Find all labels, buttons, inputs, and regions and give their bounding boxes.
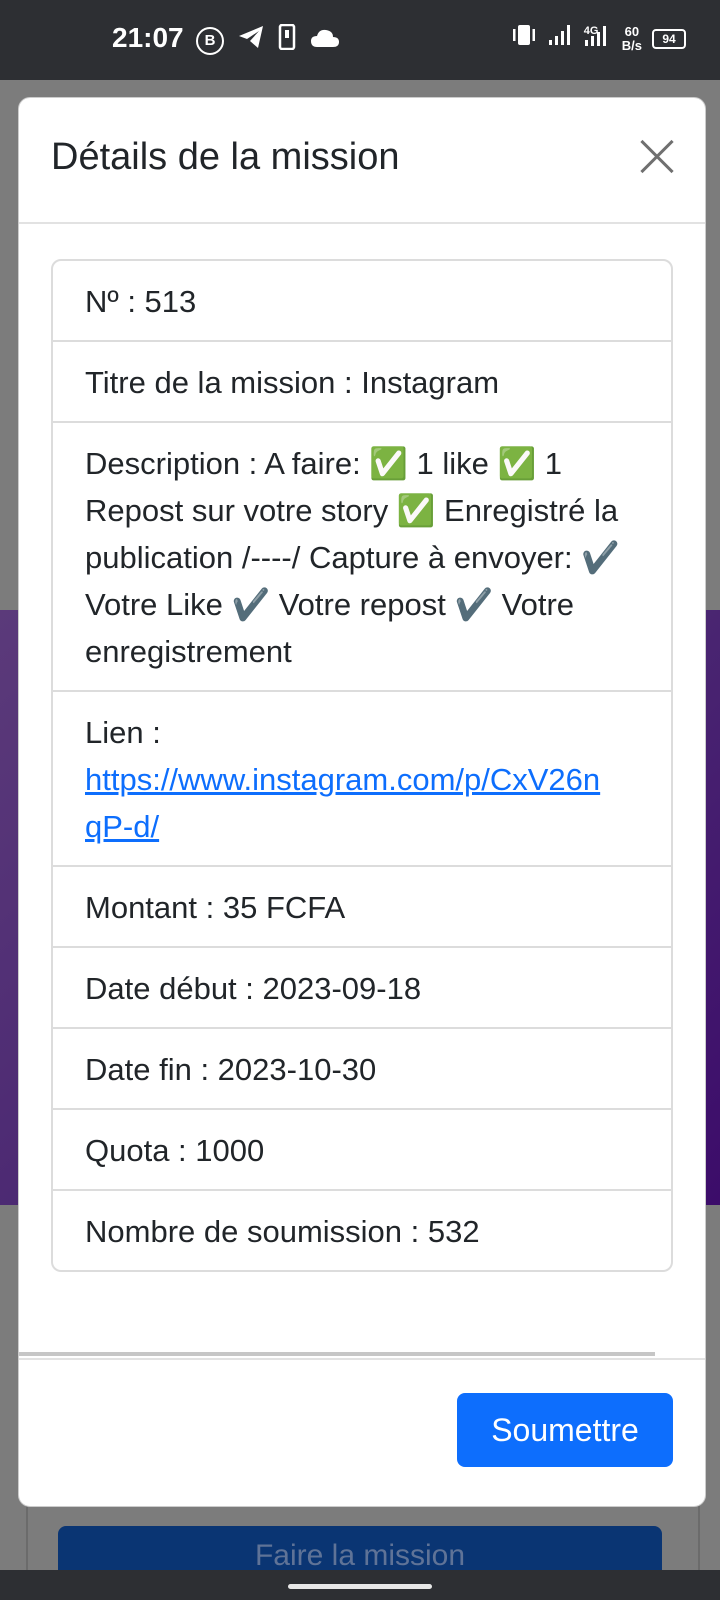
status-right-icons: 4G 60 B/s 94 (510, 22, 686, 56)
status-time: 21:07 (112, 22, 184, 53)
modal-body[interactable]: Nº : 513 Titre de la mission : Instagram… (19, 224, 705, 1358)
modal-header: Détails de la mission (19, 98, 705, 224)
mission-number: Nº : 513 (53, 261, 671, 342)
battery-icon: 94 (652, 29, 686, 49)
telegram-icon (238, 25, 264, 57)
link-label: Lien : (85, 715, 161, 750)
horizontal-scrollbar[interactable] (19, 1352, 655, 1356)
b-circle-icon: B (196, 27, 224, 55)
vibrate-icon (510, 23, 538, 55)
submit-button[interactable]: Soumettre (457, 1393, 673, 1467)
signal-4g-icon: 4G (584, 22, 612, 56)
navigation-bar (0, 1570, 720, 1600)
mission-link-continued[interactable]: qP-d/ (85, 809, 159, 844)
modal-title: Détails de la mission (51, 136, 400, 178)
close-icon[interactable] (639, 138, 675, 174)
mission-start-date: Date début : 2023-09-18 (53, 948, 671, 1029)
mission-link-row: Lien : https://www.instagram.com/p/CxV26… (53, 692, 671, 867)
mission-end-date: Date fin : 2023-10-30 (53, 1029, 671, 1110)
mission-amount: Montant : 35 FCFA (53, 867, 671, 948)
phone-icon (278, 23, 296, 58)
home-gesture-handle[interactable] (288, 1584, 432, 1589)
mission-description: Description : A faire: ✅ 1 like ✅ 1 Repo… (53, 423, 671, 692)
mission-details-modal: Détails de la mission Nº : 513 Titre de … (18, 97, 706, 1507)
status-left-icons: B (196, 23, 340, 58)
mission-submission-count: Nombre de soumission : 532 (85, 1214, 480, 1249)
status-bar: 21:07 B 4G 60 B/s 94 (0, 0, 720, 80)
modal-footer: Soumettre (19, 1358, 705, 1506)
mission-details-list: Nº : 513 Titre de la mission : Instagram… (51, 259, 673, 1272)
mission-link[interactable]: https://www.instagram.com/p/CxV26n (85, 762, 600, 797)
signal-icon (548, 23, 574, 55)
network-type: 4G (583, 25, 599, 37)
cloud-icon (310, 26, 340, 56)
mission-title: Titre de la mission : Instagram (53, 342, 671, 423)
network-speed: 60 B/s (621, 24, 642, 53)
mission-quota: Quota : 1000 (53, 1110, 671, 1191)
